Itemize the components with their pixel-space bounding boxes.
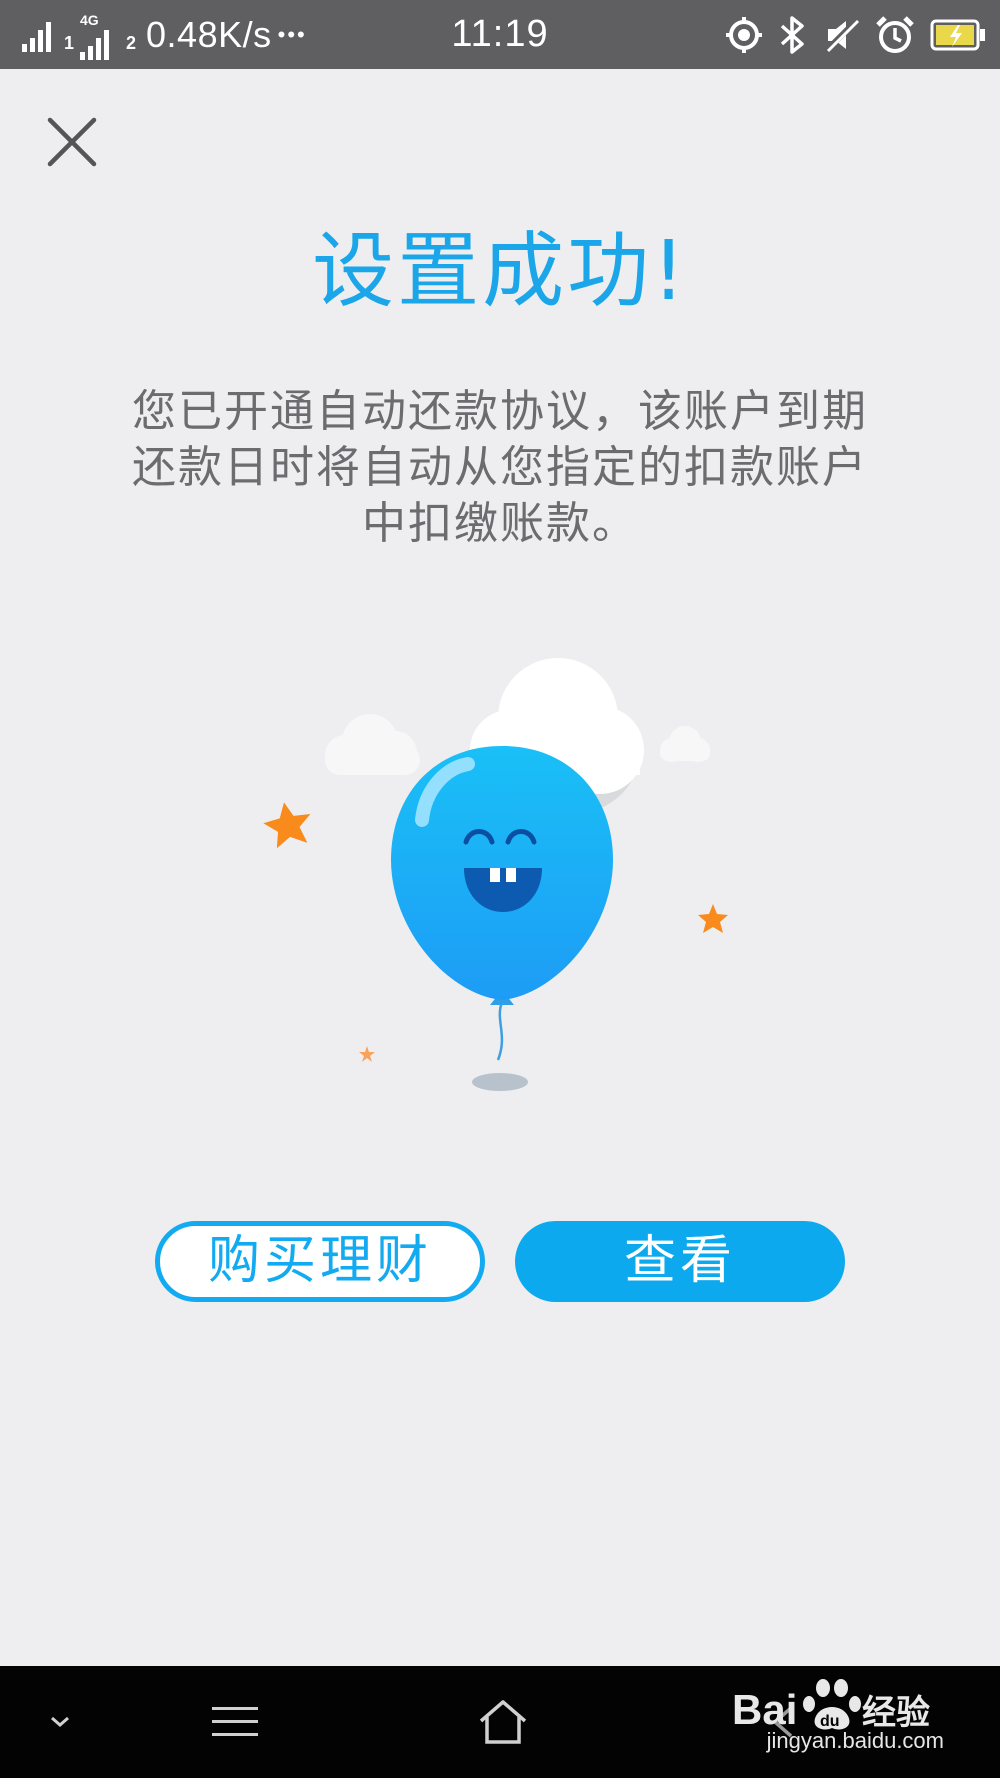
status-bar: 1 4G 2 0.48K/s ••• 11:19 — [0, 0, 1000, 69]
close-button[interactable] — [42, 112, 102, 172]
view-button[interactable]: 查看 — [515, 1221, 845, 1302]
close-icon — [47, 117, 97, 167]
balloon-tooth — [490, 868, 500, 882]
description-line: 还款日时将自动从您指定的扣款账户 — [132, 442, 868, 493]
battery-charging-icon — [930, 19, 985, 50]
watermark-url: jingyan.baidu.com — [766, 1728, 944, 1753]
mute-icon — [824, 16, 860, 53]
description-line: 您已开通自动还款协议，该账户到期 — [132, 386, 868, 437]
star-icon — [263, 802, 311, 849]
smiling-balloon-illustration — [263, 658, 728, 1091]
svg-text:Bai: Bai — [732, 1686, 797, 1733]
page-title: 设置成功! — [312, 224, 688, 319]
alarm-icon — [876, 15, 914, 53]
success-description: 您已开通自动还款协议，该账户到期 还款日时将自动从您指定的扣款账户 中扣缴账款。 — [100, 384, 900, 552]
menu-icon — [212, 1707, 258, 1736]
balloon-shadow — [472, 1073, 528, 1091]
chevron-down-icon — [51, 1716, 69, 1727]
buy-finance-button[interactable]: 购买理财 — [155, 1221, 485, 1302]
star-icon — [698, 904, 728, 933]
balloon-string — [496, 1001, 504, 1061]
cloud-right-icon — [660, 726, 710, 762]
nav-collapse-button[interactable] — [20, 1666, 100, 1778]
home-icon — [479, 1700, 526, 1744]
cloud-left-icon — [325, 714, 420, 775]
location-icon — [726, 16, 762, 53]
bluetooth-icon — [780, 15, 804, 54]
paw-logo-icon: du — [803, 1679, 861, 1730]
balloon-tooth — [506, 868, 516, 882]
nav-home-button[interactable] — [455, 1666, 550, 1778]
nav-menu-button[interactable] — [190, 1666, 280, 1778]
svg-text:经验: 经验 — [862, 1693, 930, 1733]
status-right-group — [726, 0, 986, 69]
description-line: 中扣缴账款。 — [362, 498, 638, 549]
star-icon — [359, 1046, 375, 1062]
